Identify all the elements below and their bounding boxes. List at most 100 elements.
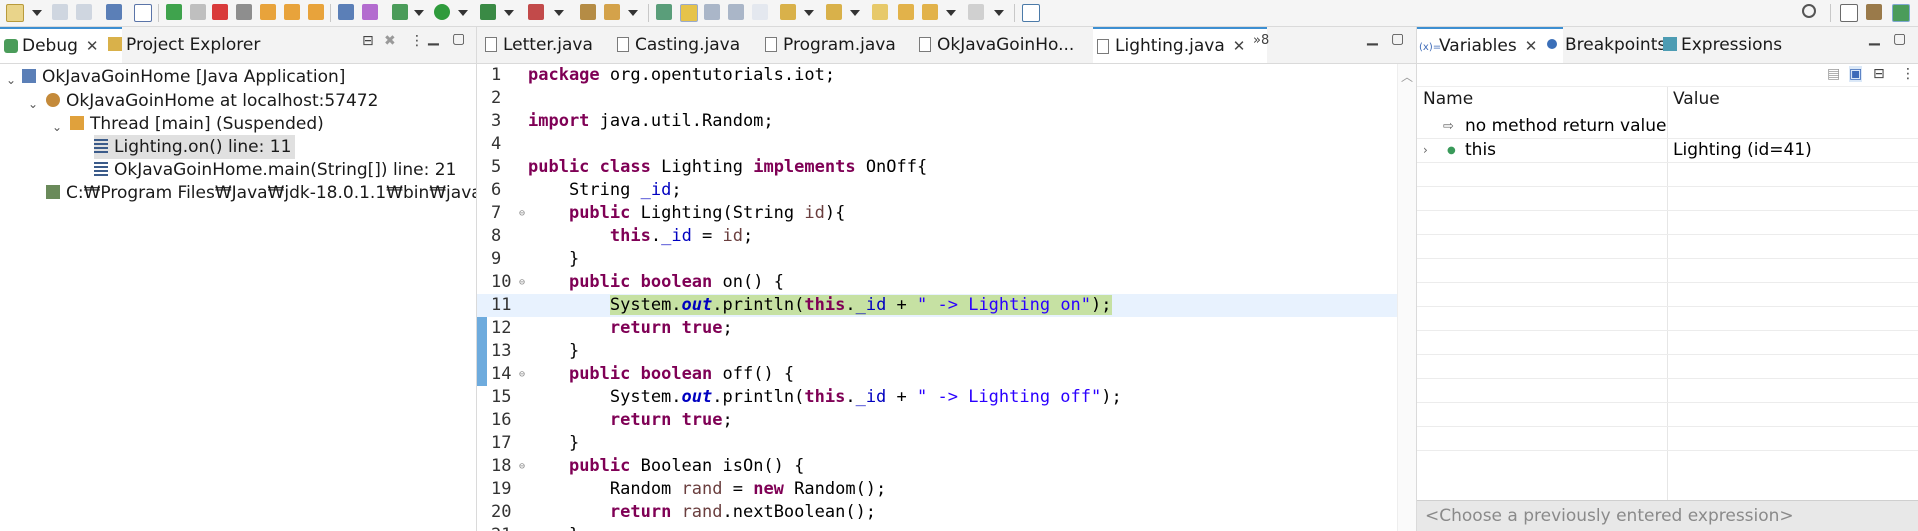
coverage-icon[interactable] bbox=[480, 4, 496, 20]
collapse-arrow-icon[interactable]: ⌄ bbox=[6, 73, 16, 87]
code-line[interactable]: 19 Random rand = new Random(); bbox=[477, 478, 1398, 501]
toggle-breadcrumb-icon[interactable] bbox=[656, 4, 672, 20]
run-icon[interactable] bbox=[434, 4, 450, 20]
fold-icon[interactable]: ⊖ bbox=[519, 202, 525, 225]
disconnect-icon[interactable] bbox=[236, 4, 252, 20]
terminate-icon[interactable] bbox=[212, 4, 228, 20]
view-menu-icon[interactable]: ⋮ bbox=[1901, 66, 1915, 82]
fold-icon[interactable]: ⊖ bbox=[519, 363, 525, 386]
tab-breakpoints[interactable]: Breakpoints bbox=[1543, 27, 1666, 63]
column-header-name[interactable]: Name bbox=[1423, 89, 1473, 109]
java-perspective-icon[interactable] bbox=[1866, 4, 1882, 20]
code-line[interactable]: 12 return true; bbox=[477, 317, 1398, 340]
external-tools-dropdown-icon[interactable] bbox=[554, 10, 564, 16]
open-perspective-icon[interactable] bbox=[1840, 4, 1858, 22]
back-icon[interactable] bbox=[898, 4, 914, 20]
tab-project-explorer[interactable]: Project Explorer bbox=[104, 27, 260, 63]
code-line[interactable]: 10 ⊖ public boolean on() { bbox=[477, 271, 1398, 294]
tab-okjavagoinhome[interactable]: OkJavaGoinHo... bbox=[915, 27, 1074, 63]
show-whitespace-icon[interactable] bbox=[752, 4, 768, 20]
forward-icon[interactable] bbox=[968, 4, 984, 20]
tab-lighting-java[interactable]: Lighting.java ✕ bbox=[1093, 27, 1267, 63]
editor-scrollbar[interactable]: ︿ bbox=[1397, 64, 1416, 531]
save-all-icon[interactable] bbox=[76, 4, 92, 20]
fold-icon[interactable]: ⊖ bbox=[519, 455, 525, 478]
tab-program-java[interactable]: Program.java bbox=[761, 27, 896, 63]
collapse-all-icon[interactable]: ⊟ bbox=[1873, 66, 1885, 82]
collapse-all-icon[interactable]: ⊟ bbox=[362, 33, 374, 49]
back-nav-icon[interactable] bbox=[922, 4, 938, 20]
search-tools-icon[interactable] bbox=[604, 4, 620, 20]
save-icon[interactable] bbox=[52, 4, 68, 20]
minimize-icon[interactable]: ▁ bbox=[1869, 30, 1880, 46]
tree-thread[interactable]: Thread [main] (Suspended) bbox=[70, 112, 324, 136]
code-line[interactable]: 5 public class Lighting implements OnOff{ bbox=[477, 156, 1398, 179]
previous-annotation-icon[interactable] bbox=[826, 4, 842, 20]
step-return-icon[interactable] bbox=[308, 4, 324, 20]
column-header-value[interactable]: Value bbox=[1673, 89, 1720, 109]
variable-row[interactable]: › ● this Lighting (id=41) bbox=[1417, 139, 1918, 163]
code-editor[interactable]: 1 package org.opentutorials.iot; 2 3 import … bbox=[477, 64, 1416, 531]
drop-to-frame-icon[interactable] bbox=[338, 4, 354, 20]
resume-icon[interactable] bbox=[166, 4, 182, 20]
tree-frame-selected[interactable]: Lighting.on() line: 11 bbox=[94, 135, 296, 159]
scroll-up-icon[interactable]: ︿ bbox=[1401, 68, 1413, 85]
suspend-icon[interactable] bbox=[190, 4, 206, 20]
step-over-icon[interactable] bbox=[284, 4, 300, 20]
minimize-icon[interactable]: ▁ bbox=[1367, 30, 1378, 46]
next-annotation-icon[interactable] bbox=[780, 4, 796, 20]
coverage-dropdown-icon[interactable] bbox=[504, 10, 514, 16]
code-line[interactable]: 15 System.out.println(this._id + " -> Li… bbox=[477, 386, 1398, 409]
new-dropdown-icon[interactable] bbox=[32, 10, 42, 16]
expression-input[interactable]: <Choose a previously entered expression> bbox=[1417, 500, 1918, 531]
code-line[interactable]: 18 ⊖ public Boolean isOn() { bbox=[477, 455, 1398, 478]
expand-arrow-icon[interactable]: › bbox=[1423, 139, 1428, 162]
code-line[interactable]: 11 System.out.println(this._id + " -> Li… bbox=[477, 294, 1398, 317]
close-icon[interactable]: ✕ bbox=[1233, 37, 1246, 55]
maximize-icon[interactable]: ▢ bbox=[1391, 31, 1404, 47]
maximize-icon[interactable]: ▢ bbox=[1893, 31, 1906, 47]
close-icon[interactable]: ✕ bbox=[86, 37, 99, 55]
last-edit-icon[interactable] bbox=[872, 4, 888, 20]
minimize-icon[interactable]: ▁ bbox=[428, 30, 439, 46]
tab-variables[interactable]: (x)= Variables ✕ bbox=[1417, 27, 1563, 63]
code-line[interactable]: 21 } bbox=[477, 524, 1398, 531]
mark-occurrences-icon[interactable] bbox=[680, 4, 698, 22]
code-line[interactable]: 8 this._id = id; bbox=[477, 225, 1398, 248]
forward-dropdown-icon[interactable] bbox=[994, 10, 1004, 16]
code-line[interactable]: 9 } bbox=[477, 248, 1398, 271]
tree-process[interactable]: C:₩Program Files₩Java₩jdk-18.0.1.1₩bin₩j… bbox=[46, 181, 476, 205]
code-line[interactable]: 13 } bbox=[477, 340, 1398, 363]
back-dropdown-icon[interactable] bbox=[946, 10, 956, 16]
debug-dropdown-icon[interactable] bbox=[414, 10, 424, 16]
view-menu-icon[interactable]: ⋮ bbox=[410, 33, 424, 49]
code-line[interactable]: 7 ⊖ public Lighting(String id){ bbox=[477, 202, 1398, 225]
step-into-icon[interactable] bbox=[260, 4, 276, 20]
tree-frame[interactable]: OkJavaGoinHome.main(String[]) line: 21 bbox=[94, 158, 456, 182]
debug-icon[interactable] bbox=[392, 4, 408, 20]
external-tools-icon[interactable] bbox=[528, 4, 544, 20]
search-icon[interactable] bbox=[1802, 4, 1816, 18]
show-logical-structure-icon[interactable]: ▣ bbox=[1849, 66, 1863, 82]
close-icon[interactable]: ✕ bbox=[1525, 37, 1538, 55]
code-line[interactable]: 20 return rand.nextBoolean(); bbox=[477, 501, 1398, 524]
code-line[interactable]: 3 import java.util.Random; bbox=[477, 110, 1398, 133]
block-selection-icon[interactable] bbox=[704, 4, 720, 20]
collapse-arrow-icon[interactable]: ⌄ bbox=[28, 97, 38, 111]
code-line[interactable]: 1 package org.opentutorials.iot; bbox=[477, 64, 1398, 87]
run-dropdown-icon[interactable] bbox=[458, 10, 468, 16]
tab-letter-java[interactable]: Letter.java bbox=[481, 27, 593, 63]
remove-terminated-icon[interactable]: ✖ bbox=[384, 33, 396, 49]
skip-breakpoints-icon[interactable] bbox=[134, 4, 152, 22]
tab-expressions[interactable]: Expressions bbox=[1659, 27, 1782, 63]
code-line[interactable]: 4 bbox=[477, 133, 1398, 156]
tree-launch[interactable]: OkJavaGoinHome [Java Application] bbox=[22, 65, 345, 89]
search-dropdown-icon[interactable] bbox=[628, 10, 638, 16]
collapse-arrow-icon[interactable]: ⌄ bbox=[52, 120, 62, 134]
tree-vm[interactable]: OkJavaGoinHome at localhost:57472 bbox=[46, 89, 378, 113]
code-line[interactable]: 17 } bbox=[477, 432, 1398, 455]
next-annotation-dropdown-icon[interactable] bbox=[804, 10, 814, 16]
code-line[interactable]: 14 ⊖ public boolean off() { bbox=[477, 363, 1398, 386]
show-type-names-icon[interactable]: ▤ bbox=[1827, 66, 1840, 82]
code-line[interactable]: 16 return true; bbox=[477, 409, 1398, 432]
